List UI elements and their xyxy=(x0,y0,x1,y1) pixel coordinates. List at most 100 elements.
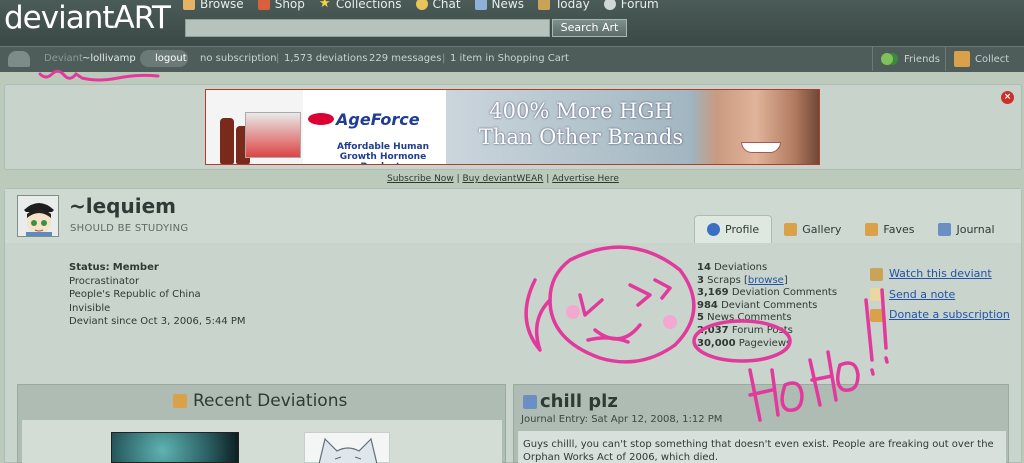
journal-icon xyxy=(938,222,952,236)
collect-button[interactable]: Collect xyxy=(945,47,1024,71)
smiley-icon xyxy=(415,0,428,10)
ad-banner[interactable]: AgeForce Affordable Human Growth Hormone… xyxy=(205,89,820,165)
nav-chat[interactable]: Chat xyxy=(415,0,461,11)
donate-subscription-link[interactable]: Donate a subscription xyxy=(870,305,1010,326)
stat-forum-posts: 2,037 Forum Posts xyxy=(697,324,793,336)
search-input[interactable] xyxy=(185,19,550,37)
profile-tabs: Profile Gallery Faves Journal xyxy=(694,215,1007,243)
ad-brand-logo: AgeForce xyxy=(308,110,420,129)
journal-title-text: chill plz xyxy=(540,391,618,412)
deviation-thumbnail[interactable] xyxy=(304,432,390,463)
avatar-image xyxy=(18,196,58,236)
nav-label: News xyxy=(491,0,524,11)
journal-title[interactable]: chill plz xyxy=(523,391,618,412)
deviant-label: Deviant xyxy=(44,53,83,64)
info-line: Deviant since Oct 3, 2006, 5:44 PM xyxy=(69,316,246,327)
stat-deviations[interactable]: 14 Deviations xyxy=(697,262,837,275)
profile-actions: Watch this deviant Send a note Donate a … xyxy=(870,264,1010,326)
recent-title-text: Recent Deviations xyxy=(193,391,348,411)
ad-tagline: Affordable Human Growth Hormone Products xyxy=(337,142,429,164)
search-button[interactable]: Search Art xyxy=(552,19,627,37)
scraps-browse-link[interactable]: browse xyxy=(748,275,784,286)
status-label: Status: xyxy=(69,262,110,273)
tab-journal[interactable]: Journal xyxy=(926,215,1006,243)
news-icon xyxy=(474,0,487,10)
tab-faves[interactable]: Faves xyxy=(853,215,926,243)
avatar[interactable] xyxy=(17,195,59,237)
nav-shop[interactable]: Shop xyxy=(257,0,305,11)
separator: | xyxy=(442,53,446,64)
journal-date: Journal Entry: Sat Apr 12, 2008, 1:12 PM xyxy=(521,414,723,425)
tab-profile[interactable]: Profile xyxy=(694,215,773,243)
messages-link[interactable]: 229 messages xyxy=(369,53,441,64)
nav-label: Browse xyxy=(200,0,244,11)
stat-deviation-comments: 3,169 Deviation Comments xyxy=(697,287,838,299)
action-label: Watch this deviant xyxy=(889,267,992,280)
profile-info: Status: Member Procrastinator People's R… xyxy=(69,261,246,329)
tab-gallery[interactable]: Gallery xyxy=(772,215,853,243)
product-box-icon xyxy=(245,112,301,158)
close-ad-icon[interactable]: × xyxy=(1001,91,1014,104)
action-label: Send a note xyxy=(889,287,956,301)
username-link[interactable]: ~lollivamp xyxy=(82,53,136,64)
ad-links: Subscribe Now | Buy deviantWEAR | Advert… xyxy=(387,174,619,184)
ad-headline-line1: 400% More HGH xyxy=(489,99,673,123)
info-icon xyxy=(707,223,720,236)
nav-forum[interactable]: Forum xyxy=(603,0,659,11)
tab-label: Faves xyxy=(883,222,915,236)
buy-deviantwear-link[interactable]: Buy deviantWEAR xyxy=(462,174,543,184)
subscribe-now-link[interactable]: Subscribe Now xyxy=(387,174,454,184)
journal-body: Guys chilll, you can't stop something th… xyxy=(518,431,1006,463)
nav-label: Today xyxy=(554,0,590,11)
nav-label: Chat xyxy=(432,0,461,11)
deviation-thumbnail[interactable] xyxy=(111,432,239,463)
today-icon xyxy=(537,0,550,10)
subscription-link[interactable]: no subscription xyxy=(200,53,277,64)
browse-icon xyxy=(183,0,195,10)
friends-label: Friends xyxy=(904,53,940,65)
nav-news[interactable]: News xyxy=(474,0,524,11)
main-nav: Browse Shop ★ Collections Chat News Today… xyxy=(183,0,659,11)
star-icon: ★ xyxy=(318,0,331,11)
nav-browse[interactable]: Browse xyxy=(183,0,244,11)
profile-username: ~lequiem xyxy=(69,194,176,218)
logout-link[interactable]: logout xyxy=(155,53,187,64)
send-note-link[interactable]: Send a note xyxy=(870,285,1010,306)
gallery-icon xyxy=(173,394,187,408)
recent-deviations-title: Recent Deviations xyxy=(173,391,347,411)
collect-label: Collect xyxy=(975,53,1010,65)
separator: | xyxy=(276,53,280,64)
advertise-here-link[interactable]: Advertise Here xyxy=(552,174,619,184)
faves-icon xyxy=(865,222,879,236)
recent-deviations-body xyxy=(22,420,502,463)
stat-news-comments: 5 News Comments xyxy=(697,312,792,324)
deviations-link[interactable]: 1,573 deviations xyxy=(284,53,368,64)
status-value: Member xyxy=(112,262,159,273)
nav-collections[interactable]: ★ Collections xyxy=(319,0,402,11)
pink-scribble-doodle xyxy=(38,69,160,82)
tab-label: Journal xyxy=(956,222,995,236)
ad-model-photo xyxy=(691,90,819,164)
stat-scraps[interactable]: 3 Scraps [browse] xyxy=(697,275,837,288)
action-label: Donate a subscription xyxy=(889,308,1010,321)
info-line: People's Republic of China xyxy=(69,289,201,300)
watch-icon xyxy=(870,267,883,281)
stat-pageviews: 30,000 Pageviews xyxy=(697,337,792,349)
cart-link[interactable]: 1 item in Shopping Cart xyxy=(450,53,569,64)
friends-button[interactable]: Friends xyxy=(872,47,944,71)
cat-drawing xyxy=(318,437,378,463)
nav-label: Shop xyxy=(274,0,305,11)
profile-stats: 14 Deviations 3 Scraps [browse] 3,169 De… xyxy=(697,262,837,350)
tab-label: Gallery xyxy=(802,222,842,236)
collect-icon xyxy=(954,51,970,67)
ad-brand: AgeForce xyxy=(336,110,420,129)
deviantart-mini-logo-icon[interactable] xyxy=(8,51,30,67)
info-line: Procrastinator xyxy=(69,275,140,287)
swoosh-icon xyxy=(308,113,334,125)
watch-deviant-link[interactable]: Watch this deviant xyxy=(870,264,1010,285)
site-logo[interactable]: deviantART xyxy=(4,0,171,36)
ad-model-smile xyxy=(741,142,781,153)
nav-label: Collections xyxy=(335,0,402,11)
nav-today[interactable]: Today xyxy=(537,0,590,11)
nav-label: Forum xyxy=(620,0,659,11)
